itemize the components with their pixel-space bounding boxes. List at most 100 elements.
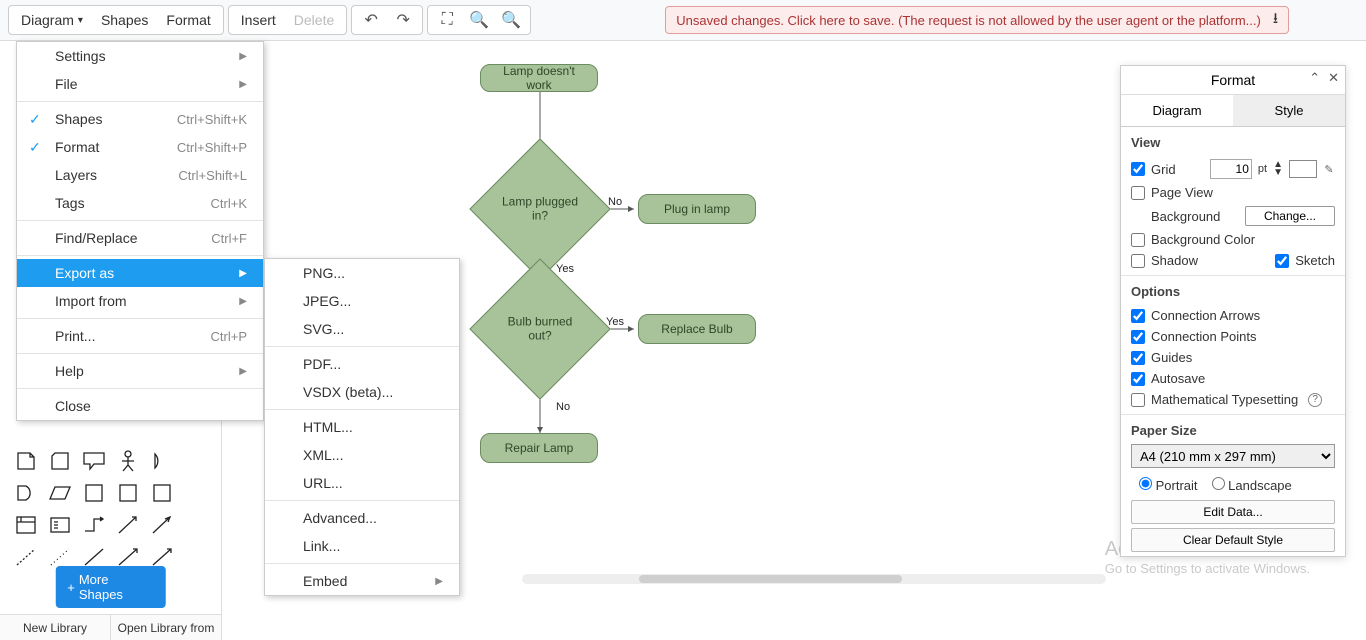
undo-redo-group: ↶ ↷ [351,5,423,35]
menu-item-find[interactable]: Find/ReplaceCtrl+F [17,224,263,252]
radio-portrait[interactable]: Portrait [1139,477,1198,493]
zoom-out-icon[interactable]: 🔍- [496,7,526,33]
label-conn-points: Connection Points [1151,329,1257,344]
chk-shadow[interactable] [1131,254,1145,268]
shape-actor[interactable] [114,448,142,474]
chk-grid[interactable] [1131,162,1145,176]
menu-item-settings[interactable]: Settings▶ [17,42,263,70]
grid-color-swatch[interactable] [1289,160,1317,178]
menu-item-print[interactable]: Print...Ctrl+P [17,322,263,350]
collapse-icon[interactable]: ⌃ [1309,70,1320,86]
shape-and[interactable] [12,480,40,506]
paper-size-select[interactable]: A4 (210 mm x 297 mm) [1131,444,1335,468]
menu-item-tags[interactable]: TagsCtrl+K [17,189,263,217]
chk-pageview[interactable] [1131,186,1145,200]
menu-group-main: Diagram▾ Shapes Format [8,5,224,35]
node-start[interactable]: Lamp doesn't work [480,64,598,92]
submenu-png[interactable]: PNG... [265,259,459,287]
close-icon[interactable]: ✕ [1328,70,1339,86]
menu-delete[interactable]: Delete [286,8,342,32]
pencil-icon[interactable]: ✎ [1323,163,1335,176]
label-background: Background [1151,209,1220,224]
menu-item-file[interactable]: File▶ [17,70,263,98]
shape-trap[interactable] [46,480,74,506]
shape-square3[interactable] [148,480,176,506]
more-shapes-button[interactable]: +More Shapes [55,566,166,608]
label-guides: Guides [1151,350,1192,365]
menu-insert[interactable]: Insert [233,8,284,32]
submenu-embed[interactable]: Embed▶ [265,567,459,595]
tab-open-library[interactable]: Open Library from [111,615,222,640]
label-shadow: Shadow [1151,253,1198,268]
shape-square2[interactable] [114,480,142,506]
grid-size-input[interactable] [1210,159,1252,179]
toolbar: Diagram▾ Shapes Format Insert Delete ↶ ↷… [0,0,1366,41]
menu-item-close[interactable]: Close [17,392,263,420]
submenu-html[interactable]: HTML... [265,413,459,441]
chk-guides[interactable] [1131,351,1145,365]
node-decision-plugged[interactable]: Lamp plugged in? [490,159,590,259]
zoom-in-icon[interactable]: 🔍 [464,7,494,33]
menu-diagram[interactable]: Diagram▾ [13,8,91,32]
submenu-link[interactable]: Link... [265,532,459,560]
menu-item-layers[interactable]: LayersCtrl+Shift+L [17,161,263,189]
shape-note[interactable] [12,448,40,474]
chk-autosave[interactable] [1131,372,1145,386]
menu-item-help[interactable]: Help▶ [17,357,263,385]
chk-conn-points[interactable] [1131,330,1145,344]
shape-dashline1[interactable] [12,544,40,570]
node-plug-in[interactable]: Plug in lamp [638,194,756,224]
submenu-jpeg[interactable]: JPEG... [265,287,459,315]
label-autosave: Autosave [1151,371,1205,386]
menu-item-export[interactable]: Export as▶ [17,259,263,287]
node-repair[interactable]: Repair Lamp [480,433,598,463]
horizontal-scrollbar[interactable] [522,574,1106,584]
radio-landscape[interactable]: Landscape [1212,477,1292,493]
submenu-advanced[interactable]: Advanced... [265,504,459,532]
submenu-pdf[interactable]: PDF... [265,350,459,378]
node-decision-bulb[interactable]: Bulb burned out? [490,279,590,379]
submenu-vsdx[interactable]: VSDX (beta)... [265,378,459,406]
menu-item-import[interactable]: Import from▶ [17,287,263,315]
help-icon[interactable]: ? [1308,393,1322,407]
warning-text: Unsaved changes. Click here to save. (Th… [676,13,1261,28]
shape-square1[interactable] [80,480,108,506]
stepper-down-icon[interactable]: ▼ [1273,169,1283,177]
tab-diagram[interactable]: Diagram [1121,95,1233,126]
shape-callout[interactable] [80,448,108,474]
redo-icon[interactable]: ↷ [388,7,418,33]
shape-elbow[interactable] [80,512,108,538]
unsaved-warning[interactable]: Unsaved changes. Click here to save. (Th… [665,6,1289,34]
download-icon[interactable]: ⭳ [1273,8,1278,33]
menu-item-format[interactable]: ✓FormatCtrl+Shift+P [17,133,263,161]
tab-style[interactable]: Style [1233,95,1345,126]
menu-shapes[interactable]: Shapes [93,8,156,32]
btn-change-bg[interactable]: Change... [1245,206,1335,226]
shape-window[interactable] [12,512,40,538]
menu-format[interactable]: Format [158,8,218,32]
shape-arrow-diag[interactable] [114,512,142,538]
chk-bgcolor[interactable] [1131,233,1145,247]
fit-icon[interactable]: ⛶ [432,7,462,33]
chevron-right-icon: ▶ [239,79,247,90]
shape-list[interactable] [46,512,74,538]
submenu-xml[interactable]: XML... [265,441,459,469]
submenu-svg[interactable]: SVG... [265,315,459,343]
shape-arrow-open[interactable] [148,512,176,538]
check-icon: ✓ [29,139,41,156]
section-options: Options Connection Arrows Connection Poi… [1121,276,1345,415]
undo-icon[interactable]: ↶ [356,7,386,33]
menu-item-shapes[interactable]: ✓ShapesCtrl+Shift+K [17,105,263,133]
shape-card[interactable] [46,448,74,474]
tab-new-library[interactable]: New Library [0,615,111,640]
btn-clear-style[interactable]: Clear Default Style [1131,528,1335,552]
heading-view: View [1131,135,1335,150]
node-replace-bulb[interactable]: Replace Bulb [638,314,756,344]
submenu-url[interactable]: URL... [265,469,459,497]
label-sketch: Sketch [1295,253,1335,268]
shape-halfmoon[interactable] [148,448,176,474]
btn-edit-data[interactable]: Edit Data... [1131,500,1335,524]
chk-conn-arrows[interactable] [1131,309,1145,323]
chk-math[interactable] [1131,393,1145,407]
chk-sketch[interactable] [1275,254,1289,268]
